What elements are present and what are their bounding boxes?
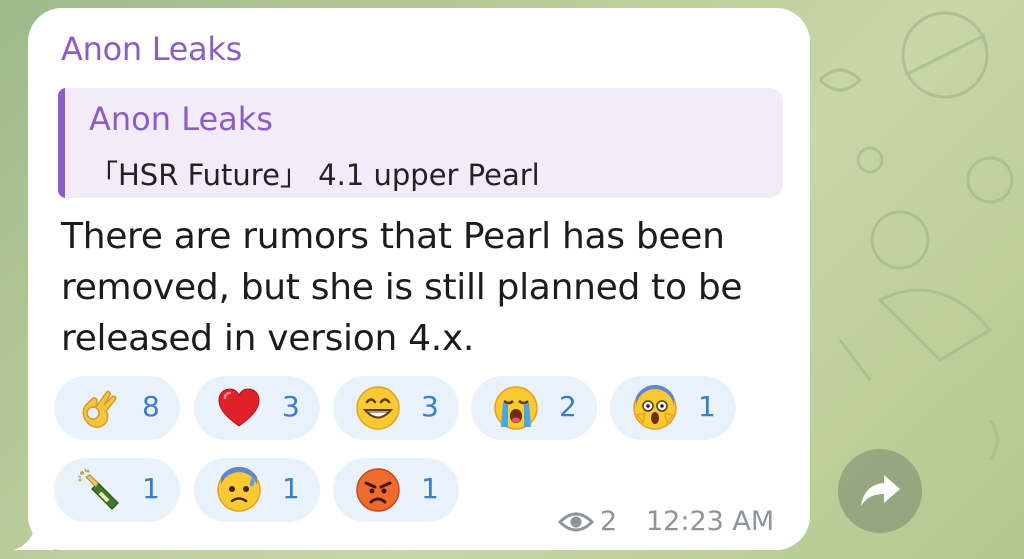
view-count: 2: [600, 506, 618, 537]
reaction-screaming-face[interactable]: 1: [610, 376, 736, 440]
angry-face-emoji-icon: [356, 468, 400, 512]
message-line: released in version 4.x.: [61, 318, 475, 359]
reaction-count: 1: [698, 390, 716, 423]
reaction-count: 1: [142, 472, 160, 505]
reply-text: 「HSR Future」 4.1 upper Pearl: [89, 158, 540, 192]
reply-accent-bar: [58, 88, 65, 198]
red-heart-emoji-icon: [218, 388, 260, 427]
reaction-count: 3: [282, 390, 300, 423]
message-meta: 2 12:23 AM: [558, 504, 778, 544]
reaction-count: 3: [421, 390, 439, 423]
reply-author: Anon Leaks: [89, 100, 273, 138]
loudly-crying-face-emoji-icon: [494, 386, 538, 430]
reaction-count: 1: [421, 472, 439, 505]
reaction-count: 2: [559, 390, 577, 423]
reply-quote[interactable]: Anon Leaks 「HSR Future」 4.1 upper Pearl: [58, 88, 783, 198]
champagne-bottle-emoji-icon: [77, 468, 119, 510]
reaction-anxious-face[interactable]: 1: [194, 458, 320, 522]
reaction-red-heart[interactable]: 3: [194, 376, 320, 440]
grinning-face-emoji-icon: [356, 386, 400, 430]
reaction-champagne-bottle[interactable]: 1: [54, 458, 180, 522]
forward-arrow-icon: [861, 475, 900, 506]
reaction-grinning-face[interactable]: 3: [333, 376, 459, 440]
ok-hand-emoji-icon: [82, 390, 117, 428]
message-line: removed, but she is still planned to be: [61, 267, 743, 308]
reaction-count: 8: [142, 390, 160, 423]
message-bubble[interactable]: Anon Leaks Anon Leaks 「HSR Future」 4.1 u…: [28, 8, 810, 550]
reaction-count: 1: [282, 472, 300, 505]
message-line: There are rumors that Pearl has been: [61, 216, 725, 257]
message-time: 12:23 AM: [646, 506, 775, 537]
reaction-angry-face[interactable]: 1: [333, 458, 459, 522]
forward-button[interactable]: [838, 449, 922, 533]
screaming-face-emoji-icon: [633, 385, 677, 430]
anxious-face-with-sweat-emoji-icon: [217, 467, 261, 512]
sender-name[interactable]: Anon Leaks: [61, 30, 242, 68]
eye-icon: [558, 512, 594, 532]
reaction-loudly-crying-face[interactable]: 2: [471, 376, 597, 440]
reaction-ok-hand[interactable]: 8: [54, 376, 180, 440]
message-text: There are rumors that Pearl has been rem…: [61, 211, 786, 364]
